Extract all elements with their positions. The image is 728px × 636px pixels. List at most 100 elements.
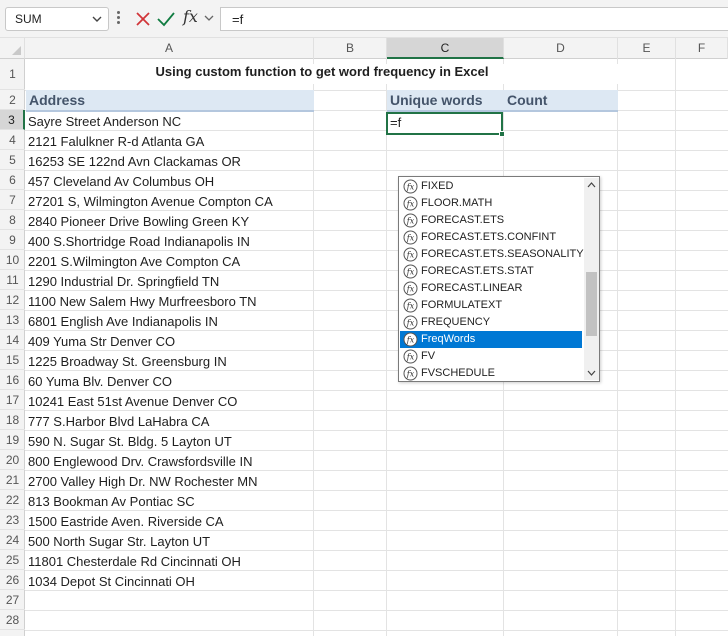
autocomplete-item-label: FreqWords xyxy=(421,333,476,345)
autocomplete-scrollbar[interactable] xyxy=(584,178,599,380)
column-header-d[interactable]: D xyxy=(504,38,618,59)
address-cell[interactable]: 777 S.Harbor Blvd LaHabra CA xyxy=(28,412,209,432)
function-icon: fx xyxy=(403,315,418,330)
row-header-23[interactable]: 23 xyxy=(0,510,25,530)
address-cell[interactable]: 813 Bookman Av Pontiac SC xyxy=(28,492,195,512)
row-header-11[interactable]: 11 xyxy=(0,270,25,290)
row-header-20[interactable]: 20 xyxy=(0,450,25,470)
row-header-13[interactable]: 13 xyxy=(0,310,25,330)
address-cell[interactable]: 60 Yuma Blv. Denver CO xyxy=(28,372,172,392)
address-cell[interactable]: 1500 Eastride Aven. Riverside CA xyxy=(28,512,224,532)
address-cell[interactable]: 1034 Depot St Cincinnati OH xyxy=(28,572,195,592)
svg-text:fx: fx xyxy=(406,336,415,345)
address-cell[interactable]: 2121 Falulkner R-d Atlanta GA xyxy=(28,132,204,152)
address-cell[interactable]: 409 Yuma Str Denver CO xyxy=(28,332,175,352)
insert-function-icon[interactable]: fx xyxy=(183,7,205,29)
chevron-up-icon[interactable] xyxy=(584,178,599,192)
row-header-19[interactable]: 19 xyxy=(0,430,25,450)
address-cell[interactable]: 2840 Pioneer Drive Bowling Green KY xyxy=(28,212,249,232)
row-header-28[interactable]: 28 xyxy=(0,610,25,630)
row-header-26[interactable]: 26 xyxy=(0,570,25,590)
autocomplete-item[interactable]: fx FORECAST.ETS.SEASONALITY xyxy=(400,246,584,263)
address-cell[interactable]: 2201 S.Wilmington Ave Compton CA xyxy=(28,252,240,272)
column-header-b[interactable]: B xyxy=(314,38,387,59)
address-cell[interactable]: 1100 New Salem Hwy Murfreesboro TN xyxy=(28,292,257,312)
row-header-5[interactable]: 5 xyxy=(0,150,25,170)
column-header-c[interactable]: C xyxy=(387,38,504,59)
row-header-6[interactable]: 6 xyxy=(0,170,25,190)
formula-bar: SUM fx =f xyxy=(0,0,728,38)
autocomplete-item[interactable]: fx FVSCHEDULE xyxy=(400,365,582,382)
row-header-1[interactable]: 1 xyxy=(0,59,25,90)
chevron-down-icon[interactable] xyxy=(584,366,599,380)
address-cell[interactable]: 11801 Chesterdale Rd Cincinnati OH xyxy=(28,552,241,572)
address-cell[interactable]: 457 Cleveland Av Columbus OH xyxy=(28,172,214,192)
row-header-22[interactable]: 22 xyxy=(0,490,25,510)
active-cell-c3[interactable]: =f xyxy=(386,112,505,137)
sheet-title[interactable]: Using custom function to get word freque… xyxy=(26,64,618,84)
row-header-7[interactable]: 7 xyxy=(0,190,25,210)
row-header-9[interactable]: 9 xyxy=(0,230,25,250)
row-header-3[interactable]: 3 xyxy=(0,110,25,130)
autocomplete-item[interactable]: fx FORMULATEXT xyxy=(400,297,582,314)
cell-area[interactable]: Using custom function to get word freque… xyxy=(25,59,728,636)
row-header-2[interactable]: 2 xyxy=(0,90,25,110)
row-header-16[interactable]: 16 xyxy=(0,370,25,390)
function-autocomplete-list[interactable]: fx FIXED fx FLOOR.MATH fx FORECAST.ETS fx FOREC… xyxy=(398,176,600,382)
address-cell[interactable]: 590 N. Sugar St. Bldg. 5 Layton UT xyxy=(28,432,232,452)
chevron-down-icon[interactable] xyxy=(203,11,215,25)
more-options-icon[interactable] xyxy=(117,10,121,28)
address-cell[interactable]: 800 Englewood Drv. Crawsfordsville IN xyxy=(28,452,252,472)
address-cell[interactable]: 6801 English Ave Indianapolis IN xyxy=(28,312,218,332)
unique-words-header[interactable]: Unique words xyxy=(387,90,504,112)
select-all-button[interactable] xyxy=(0,38,25,59)
enter-check-icon[interactable] xyxy=(156,10,176,28)
address-cell[interactable]: 1290 Industrial Dr. Springfield TN xyxy=(28,272,219,292)
autocomplete-item[interactable]: fx FREQUENCY xyxy=(400,314,582,331)
formula-input[interactable]: =f xyxy=(220,7,728,31)
cancel-icon[interactable] xyxy=(134,10,152,28)
autocomplete-item[interactable]: fx FIXED xyxy=(400,178,582,195)
address-cell[interactable]: 16253 SE 122nd Avn Clackamas OR xyxy=(28,152,241,172)
address-cell[interactable]: 400 S.Shortridge Road Indianapolis IN xyxy=(28,232,250,252)
address-cell[interactable]: 2700 Valley High Dr. NW Rochester MN xyxy=(28,472,258,492)
address-cell[interactable]: 10241 East 51st Avenue Denver CO xyxy=(28,392,237,412)
row-header-17[interactable]: 17 xyxy=(0,390,25,410)
autocomplete-item[interactable]: fx FLOOR.MATH xyxy=(400,195,582,212)
row-header-8[interactable]: 8 xyxy=(0,210,25,230)
autocomplete-item-label: FIXED xyxy=(421,180,454,192)
autocomplete-item[interactable]: fx FORECAST.ETS xyxy=(400,212,582,229)
column-header-a[interactable]: A xyxy=(25,38,314,59)
address-cell[interactable]: 27201 S, Wilmington Avenue Compton CA xyxy=(28,192,273,212)
autocomplete-item[interactable]: fx FORECAST.ETS.CONFINT xyxy=(400,229,582,246)
autocomplete-item[interactable]: fx FORECAST.LINEAR xyxy=(400,280,582,297)
address-cell[interactable]: 500 North Sugar Str. Layton UT xyxy=(28,532,210,552)
row-header-15[interactable]: 15 xyxy=(0,350,25,370)
chevron-down-icon[interactable] xyxy=(90,10,104,28)
row-header-10[interactable]: 10 xyxy=(0,250,25,270)
count-header[interactable]: Count xyxy=(504,90,618,112)
fill-handle[interactable] xyxy=(499,131,505,137)
address-header[interactable]: Address xyxy=(26,90,314,112)
address-cell[interactable]: Sayre Street Anderson NC xyxy=(28,112,181,132)
autocomplete-item-label: FORECAST.ETS.SEASONALITY xyxy=(421,248,584,260)
function-icon: fx xyxy=(403,366,418,381)
column-header-e[interactable]: E xyxy=(618,38,676,59)
row-header-24[interactable]: 24 xyxy=(0,530,25,550)
formula-value: =f xyxy=(232,12,244,27)
autocomplete-item-label: FV xyxy=(421,350,436,362)
row-header-21[interactable]: 21 xyxy=(0,470,25,490)
row-header-4[interactable]: 4 xyxy=(0,130,25,150)
autocomplete-item[interactable]: fx FreqWords xyxy=(400,331,582,348)
row-header-18[interactable]: 18 xyxy=(0,410,25,430)
address-cell[interactable]: 1225 Broadway St. Greensburg IN xyxy=(28,352,227,372)
autocomplete-item[interactable]: fx FV xyxy=(400,348,582,365)
row-header-27[interactable]: 27 xyxy=(0,590,25,610)
autocomplete-item[interactable]: fx FORECAST.ETS.STAT xyxy=(400,263,582,280)
column-header-f[interactable]: F xyxy=(676,38,728,59)
row-header-12[interactable]: 12 xyxy=(0,290,25,310)
scrollbar-thumb[interactable] xyxy=(586,272,597,336)
name-box[interactable]: SUM xyxy=(5,7,109,31)
row-header-14[interactable]: 14 xyxy=(0,330,25,350)
row-header-25[interactable]: 25 xyxy=(0,550,25,570)
